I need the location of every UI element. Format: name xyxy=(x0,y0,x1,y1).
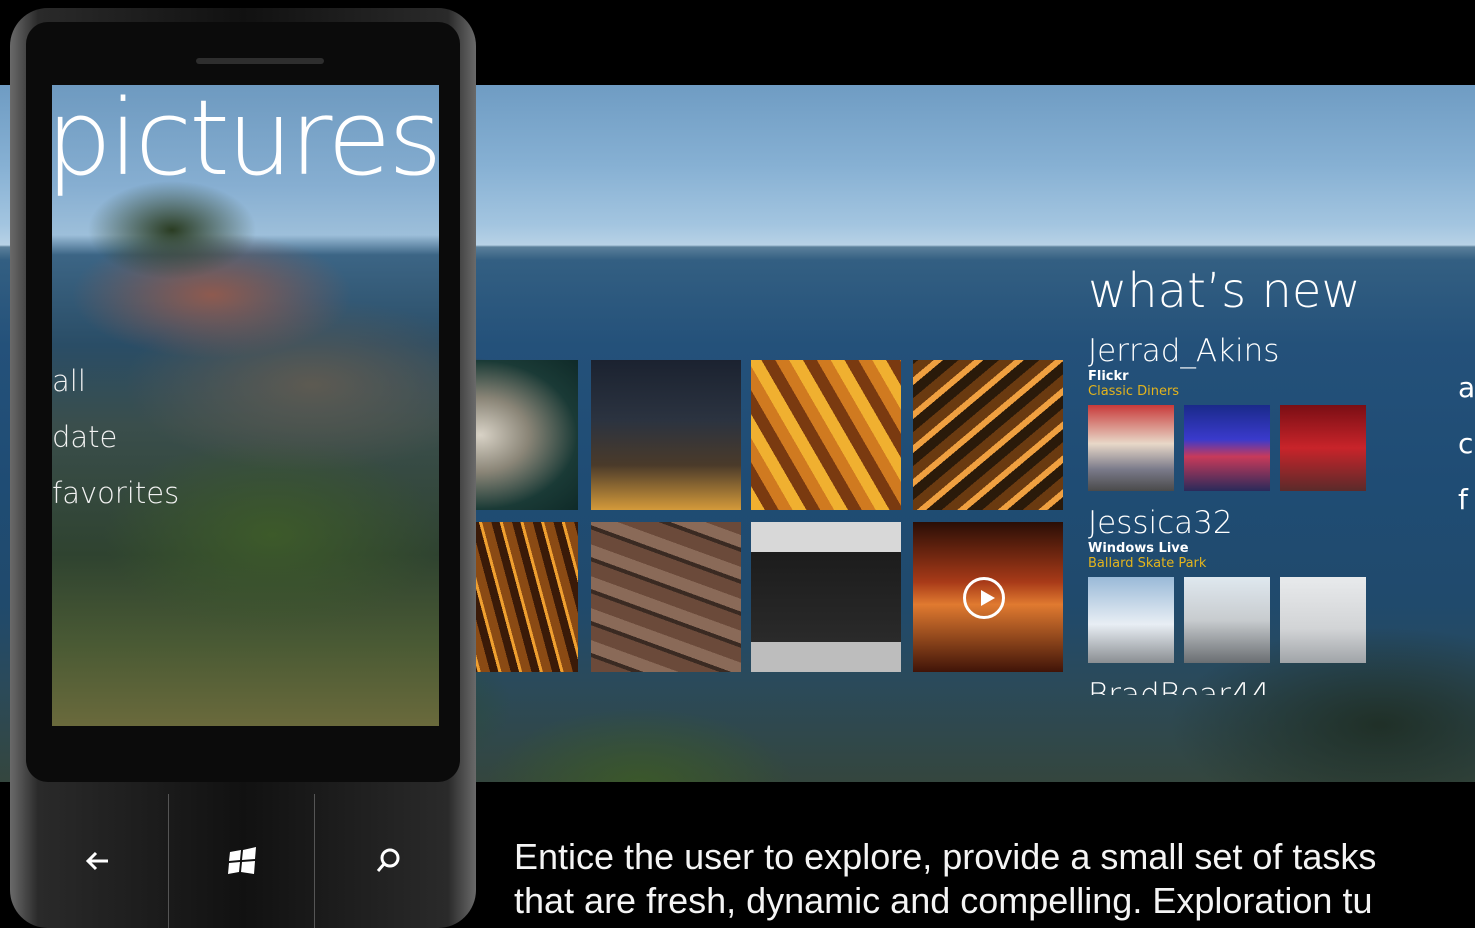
feed-thumbnail[interactable] xyxy=(1184,577,1270,663)
windows-start-icon xyxy=(227,847,256,874)
next-pane-peek: a c f xyxy=(1458,360,1475,528)
caption-text: Entice the user to explore, provide a sm… xyxy=(514,835,1474,923)
play-icon xyxy=(963,577,1005,619)
search-icon xyxy=(377,848,400,872)
photo-tile[interactable] xyxy=(913,360,1063,510)
start-button[interactable] xyxy=(169,794,314,928)
video-tile[interactable] xyxy=(913,522,1063,672)
menu-item-date[interactable]: date xyxy=(52,409,179,465)
feed-thumbnail[interactable] xyxy=(1280,405,1366,491)
photo-tile[interactable] xyxy=(751,360,901,510)
whats-new-section: what’s new Jerrad_Akins Flickr Classic D… xyxy=(1088,263,1388,695)
menu-item-favorites[interactable]: favorites xyxy=(52,465,179,521)
photo-tile[interactable] xyxy=(591,522,741,672)
caption-line: Entice the user to explore, provide a sm… xyxy=(514,836,1377,877)
photo-tile[interactable] xyxy=(591,360,741,510)
back-button[interactable] xyxy=(26,794,169,928)
feed-item[interactable]: Jessica32 Windows Live Ballard Skate Par… xyxy=(1088,505,1388,663)
next-pane-item[interactable]: c xyxy=(1458,416,1475,472)
phone-speaker xyxy=(196,58,324,64)
next-pane-item[interactable]: f xyxy=(1458,472,1475,528)
feed-user-partial[interactable]: BradBear44 xyxy=(1088,677,1388,695)
feed-thumbnail[interactable] xyxy=(1088,577,1174,663)
feed-item[interactable]: Jerrad_Akins Flickr Classic Diners xyxy=(1088,333,1388,491)
screen-title: pictures xyxy=(52,85,439,199)
feed-thumbnail[interactable] xyxy=(1280,577,1366,663)
photo-tile[interactable] xyxy=(751,522,901,672)
caption-line: that are fresh, dynamic and compelling. … xyxy=(514,880,1373,921)
feed-album: Ballard Skate Park xyxy=(1088,556,1207,571)
whats-new-heading: what’s new xyxy=(1088,263,1361,319)
feed-user: Jerrad_Akins xyxy=(1088,333,1280,369)
search-button[interactable] xyxy=(314,794,460,928)
feed-service: Windows Live xyxy=(1088,541,1189,556)
feed-thumbnail[interactable] xyxy=(1088,405,1174,491)
hardware-buttons xyxy=(26,794,460,928)
feed-user: Jessica32 xyxy=(1088,505,1233,541)
pictures-menu: all date favorites xyxy=(52,353,179,521)
feed-thumbnail[interactable] xyxy=(1184,405,1270,491)
feed-album: Classic Diners xyxy=(1088,384,1180,399)
back-icon xyxy=(85,851,108,871)
photo-grid xyxy=(428,360,1068,672)
next-pane-item[interactable]: a xyxy=(1458,360,1475,416)
menu-item-all[interactable]: all xyxy=(52,353,179,409)
phone-screen: pictures all date favorites xyxy=(52,85,439,726)
feed-service: Flickr xyxy=(1088,369,1129,384)
